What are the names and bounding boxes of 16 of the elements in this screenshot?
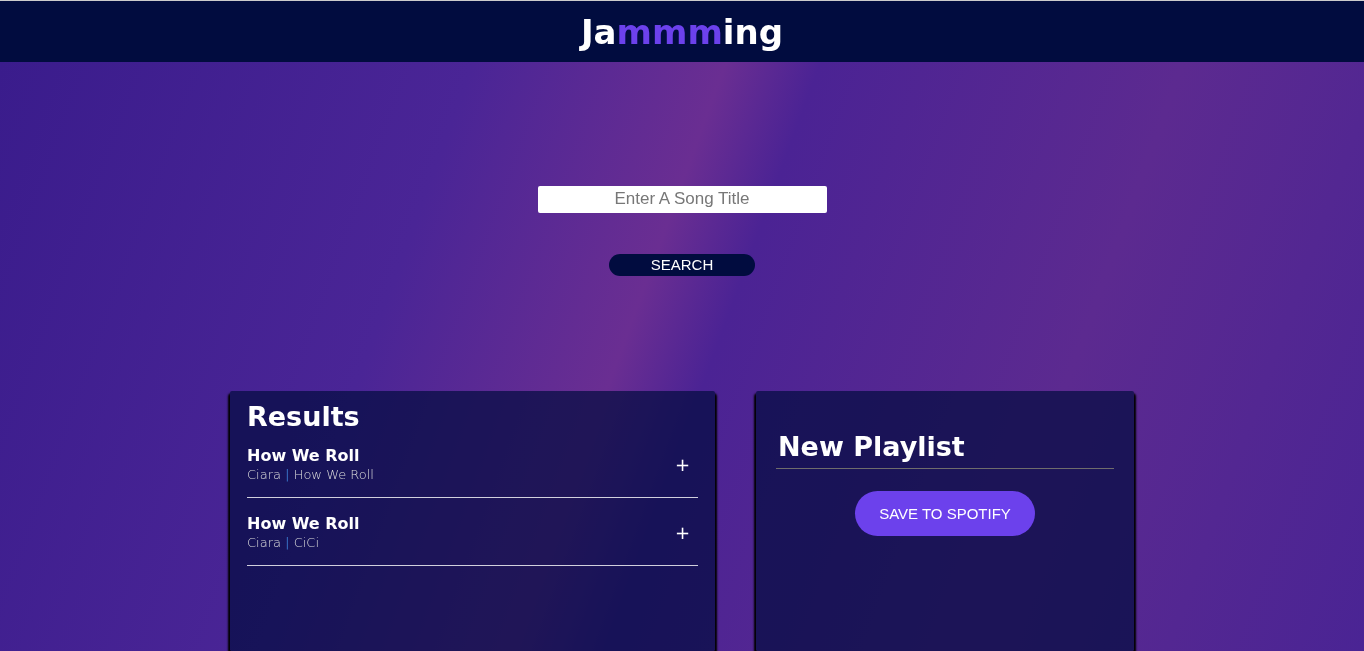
search-field[interactable]: Enter A Song Title	[537, 186, 827, 213]
add-track-button[interactable]: +	[666, 453, 698, 475]
track-album: CiCi	[293, 535, 320, 550]
track-album: How We Roll	[293, 467, 374, 482]
track-artist: Ciara	[247, 535, 281, 550]
separator-text: |	[285, 467, 290, 482]
add-track-button[interactable]: +	[666, 521, 698, 543]
results-title: Results	[247, 401, 361, 432]
playlist-name-field[interactable]: New Playlist	[776, 431, 1114, 469]
track-title: How We Roll	[247, 514, 360, 533]
save-button[interactable]: SAVE TO SPOTIFY	[855, 491, 1035, 536]
app-logo: Jammming	[580, 11, 784, 52]
search-button[interactable]: SEARCH	[609, 253, 755, 276]
separator-text: |	[285, 535, 290, 550]
track-artist: Ciara	[247, 467, 281, 482]
track-title: How We Roll	[247, 446, 361, 465]
